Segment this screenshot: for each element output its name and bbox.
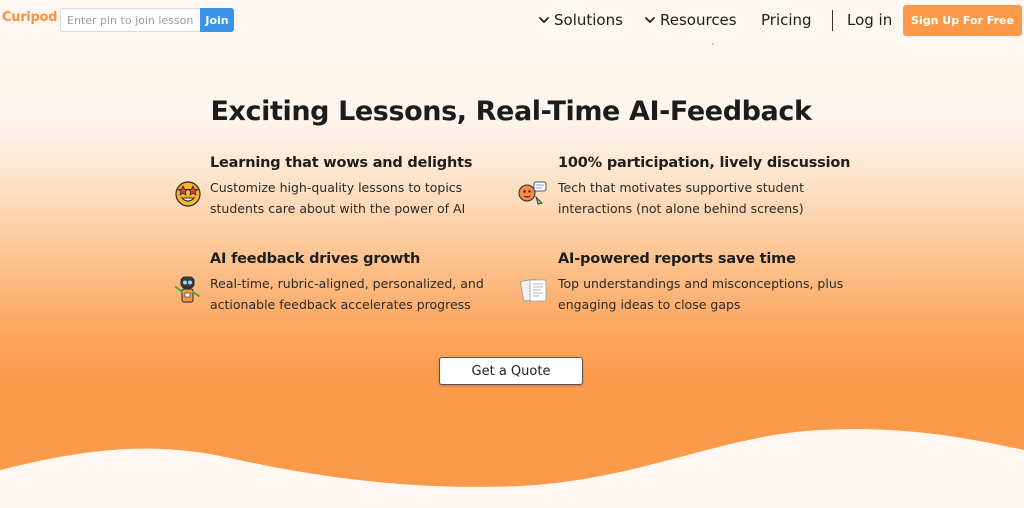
nav-login-label: Log in [847, 11, 893, 29]
feature-title: Learning that wows and delights [210, 155, 473, 171]
join-lesson-form: Join [60, 8, 234, 32]
sign-up-button[interactable]: Sign Up For Free [903, 5, 1022, 36]
join-button[interactable]: Join [200, 8, 234, 32]
site-header: Curipod Join Solutions Resources Pricing… [0, 0, 1024, 40]
feature-description: Tech that motivates supportive student i… [558, 180, 804, 216]
nav-resources[interactable]: Resources [644, 0, 737, 40]
nav-solutions-label: Solutions [554, 11, 623, 29]
chatting-characters-icon [518, 181, 547, 205]
feature-description: Customize high-quality lessons to topics… [210, 180, 466, 216]
get-quote-button[interactable]: Get a Quote [439, 357, 583, 385]
nav-pricing[interactable]: Pricing [761, 0, 812, 40]
decorative-dot [712, 43, 714, 45]
feature-wows-delights: Learning that wows and delights Customiz… [210, 155, 530, 219]
curipod-logo[interactable]: Curipod [2, 10, 57, 25]
robot-icon [175, 276, 200, 303]
feature-title: AI feedback drives growth [210, 251, 421, 267]
nav-login[interactable]: Log in [847, 0, 892, 40]
feature-description: Real-time, rubric-aligned, personalized,… [210, 276, 484, 312]
chevron-down-icon [539, 17, 549, 23]
feature-participation: 100% participation, lively discussion Te… [558, 155, 878, 219]
feature-ai-reports: AI-powered reports save time Top underst… [558, 251, 878, 315]
report-documents-icon [520, 278, 547, 302]
page-headline: Exciting Lessons, Real-Time AI-Feedback [210, 96, 812, 127]
feature-title: 100% participation, lively discussion [558, 155, 851, 171]
decorative-wave [0, 429, 1024, 508]
star-eyes-emoji-icon [175, 181, 201, 207]
lesson-pin-input[interactable] [60, 8, 200, 32]
nav-pricing-label: Pricing [761, 11, 812, 29]
feature-description: Top understandings and misconceptions, p… [558, 276, 844, 312]
feature-title: AI-powered reports save time [558, 251, 796, 267]
feature-ai-feedback: AI feedback drives growth Real-time, rub… [210, 251, 530, 315]
nav-solutions[interactable]: Solutions [538, 0, 623, 40]
nav-divider [832, 10, 833, 31]
chevron-down-icon [645, 17, 655, 23]
nav-resources-label: Resources [660, 11, 737, 29]
